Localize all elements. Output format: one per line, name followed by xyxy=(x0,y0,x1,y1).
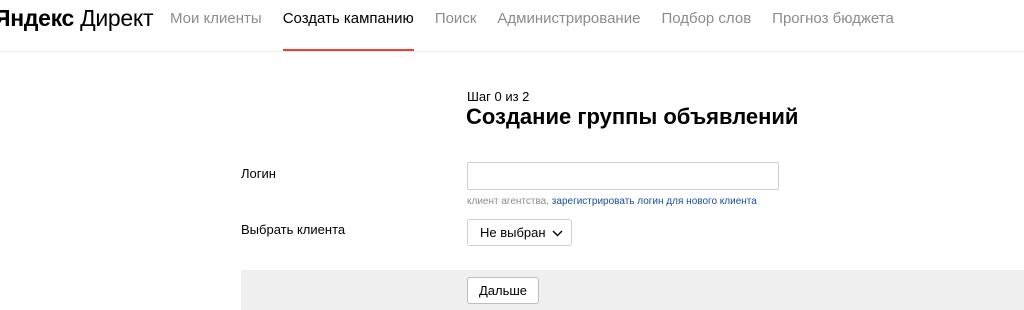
nav-search[interactable]: Поиск xyxy=(435,10,477,51)
yandex-direct-logo[interactable]: Яндекс Директ xyxy=(0,5,153,32)
client-select[interactable]: Не выбран xyxy=(467,219,572,246)
login-input[interactable] xyxy=(467,162,779,190)
client-select-value: Не выбран xyxy=(480,225,546,240)
page-title: Создание группы объявлений xyxy=(466,104,799,129)
next-button[interactable]: Дальше xyxy=(467,277,539,304)
nav-administration[interactable]: Администрирование xyxy=(497,10,640,51)
chevron-down-icon xyxy=(552,225,563,240)
login-label: Логин xyxy=(241,166,276,181)
hint-text: клиент агентства, xyxy=(467,196,550,207)
nav-word-selection[interactable]: Подбор слов xyxy=(661,10,751,51)
nav-budget-forecast[interactable]: Прогноз бюджета xyxy=(772,10,894,51)
nav-create-campaign[interactable]: Создать кампанию xyxy=(282,10,414,51)
logo-brand: Яндекс xyxy=(0,5,75,31)
main-nav: Мои клиенты Создать кампанию Поиск Админ… xyxy=(170,10,915,51)
top-header: Яндекс Директ Мои клиенты Создать кампан… xyxy=(0,0,1024,52)
register-login-link[interactable]: зарегистрировать логин для нового клиент… xyxy=(552,196,757,207)
step-indicator: Шаг 0 из 2 xyxy=(467,89,530,104)
logo-product: Директ xyxy=(80,5,154,31)
form-footer xyxy=(241,270,1024,310)
nav-my-clients[interactable]: Мои клиенты xyxy=(170,10,262,51)
login-hint: клиент агентства, зарегистрировать логин… xyxy=(467,196,757,207)
client-select-label: Выбрать клиента xyxy=(241,222,346,237)
